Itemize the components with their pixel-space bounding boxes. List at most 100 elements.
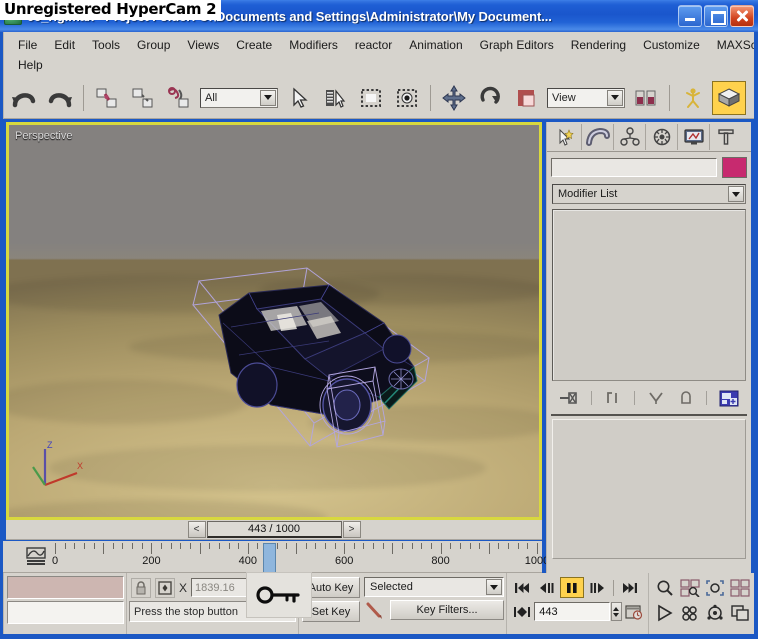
menu-tools[interactable]: Tools — [84, 36, 129, 54]
chevron-down-icon-4[interactable] — [486, 579, 502, 595]
lock-icon[interactable] — [131, 577, 151, 598]
modifier-list-label: Modifier List — [558, 188, 618, 200]
maxscript-mini-listener[interactable] — [4, 573, 126, 635]
field-of-view-icon[interactable] — [653, 602, 676, 624]
use-pivot-point-center-icon[interactable] — [629, 81, 663, 115]
command-panel-rollout-area[interactable] — [552, 419, 746, 559]
menu-views[interactable]: Views — [179, 36, 228, 54]
frame-spinner[interactable] — [611, 602, 622, 621]
pan-icon[interactable] — [678, 602, 701, 624]
select-and-move-icon[interactable] — [437, 81, 471, 115]
unlink-selection-icon[interactable] — [126, 81, 160, 115]
show-end-result-icon[interactable] — [603, 389, 623, 407]
key-mode-toggle-button[interactable] — [510, 601, 533, 622]
hierarchy-tab[interactable] — [614, 124, 646, 150]
minimize-button[interactable] — [678, 5, 702, 27]
motion-tab[interactable] — [646, 124, 678, 150]
go-to-end-button[interactable] — [618, 577, 642, 598]
set-key-pencil-icon[interactable] — [364, 600, 386, 620]
menu-reactor[interactable]: reactor — [347, 36, 401, 54]
viewport-canvas[interactable]: Perspective Z X — [9, 125, 539, 517]
modifier-list-dropdown[interactable]: Modifier List — [552, 184, 746, 204]
rectangular-selection-region-icon[interactable] — [354, 81, 388, 115]
menu-customize[interactable]: Customize — [635, 36, 709, 54]
play-pause-button[interactable] — [560, 577, 584, 598]
key-mode-dropdown[interactable]: Selected — [364, 577, 504, 597]
menu-help[interactable]: Help — [10, 56, 52, 74]
reference-coordinate-dropdown[interactable]: View — [547, 87, 625, 108]
bind-to-space-warp-icon[interactable] — [162, 81, 196, 115]
utilities-tab[interactable] — [710, 124, 742, 150]
redo-icon[interactable] — [43, 81, 77, 115]
command-panel-divider — [551, 414, 747, 416]
modifier-stack[interactable] — [552, 209, 746, 381]
menu-modifiers[interactable]: Modifiers — [281, 36, 347, 54]
select-and-scale-icon[interactable] — [509, 81, 543, 115]
mirror-icon[interactable] — [676, 81, 710, 115]
chevron-down-icon-2[interactable] — [607, 89, 623, 106]
pin-stack-icon[interactable] — [558, 389, 580, 407]
select-by-name-icon[interactable] — [318, 81, 352, 115]
chevron-down-icon[interactable] — [260, 89, 276, 106]
time-configuration-icon[interactable] — [623, 601, 646, 622]
maximize-button[interactable] — [704, 5, 728, 27]
make-unique-icon[interactable] — [646, 389, 666, 407]
listener-output-line[interactable] — [7, 576, 124, 599]
previous-frame-button[interactable] — [535, 577, 559, 598]
ruler-tick — [180, 543, 182, 549]
undo-icon[interactable] — [7, 81, 41, 115]
menu-graph-editors[interactable]: Graph Editors — [472, 36, 563, 54]
open-mini-curve-editor-icon[interactable] — [25, 546, 47, 566]
perspective-viewport[interactable]: Perspective Z X — [6, 122, 542, 520]
zoom-extents-icon[interactable] — [704, 577, 727, 599]
select-object-icon[interactable] — [282, 81, 316, 115]
object-name-row — [547, 152, 751, 182]
remove-modifier-icon[interactable] — [677, 389, 695, 407]
menu-rendering[interactable]: Rendering — [563, 36, 635, 54]
time-slider[interactable]: < 443 / 1000 > — [6, 520, 542, 540]
material-editor-icon[interactable] — [712, 80, 746, 115]
listener-input-line[interactable] — [7, 601, 124, 624]
menu-maxscript[interactable]: MAXScript — [709, 36, 758, 54]
time-slider-prev-button[interactable]: < — [187, 521, 206, 538]
create-tab[interactable] — [550, 124, 582, 150]
window-frame-bottom — [0, 634, 758, 639]
menu-create[interactable]: Create — [228, 36, 281, 54]
go-to-start-button[interactable] — [510, 577, 534, 598]
ruler-tick — [247, 543, 249, 554]
time-slider-next-button[interactable]: > — [342, 521, 361, 538]
object-name-input[interactable] — [551, 158, 717, 177]
next-frame-button[interactable] — [585, 577, 609, 598]
playhead-marker[interactable] — [262, 543, 276, 573]
zoom-extents-all-icon[interactable] — [729, 577, 752, 599]
modify-tab[interactable] — [582, 124, 614, 150]
ruler-tick — [498, 543, 500, 549]
arc-rotate-icon[interactable] — [704, 602, 727, 624]
selection-lock-toggle[interactable] — [155, 577, 175, 598]
time-slider-frame-display[interactable]: 443 / 1000 — [206, 521, 342, 538]
key-filters-button[interactable]: Key Filters... — [390, 600, 504, 620]
ruler-label: 800 — [431, 555, 450, 567]
menu-animation[interactable]: Animation — [401, 36, 471, 54]
chevron-down-icon-3[interactable] — [728, 186, 744, 202]
track-bar[interactable]: 0 200 400 600 800 1000 — [3, 541, 549, 573]
close-button[interactable] — [730, 5, 754, 27]
current-frame-field[interactable]: 443 — [534, 602, 610, 621]
select-region-window-crossing-icon[interactable] — [390, 81, 424, 115]
object-color-swatch[interactable] — [722, 157, 747, 178]
zoom-icon[interactable] — [653, 577, 676, 599]
viewnav-row-2 — [653, 602, 752, 624]
ruler-tick — [344, 543, 346, 554]
select-and-link-icon[interactable] — [90, 81, 124, 115]
select-and-rotate-icon[interactable] — [473, 81, 507, 115]
configure-modifier-sets-icon[interactable] — [718, 389, 740, 408]
zoom-all-icon[interactable] — [678, 577, 701, 599]
display-tab[interactable] — [678, 124, 710, 150]
menu-group[interactable]: Group — [129, 36, 179, 54]
menu-edit[interactable]: Edit — [46, 36, 84, 54]
menu-file[interactable]: File — [10, 36, 46, 54]
car-model[interactable] — [179, 263, 449, 463]
selection-filter-dropdown[interactable]: All — [200, 87, 278, 108]
maximize-viewport-toggle-icon[interactable] — [729, 602, 752, 624]
frame-ruler[interactable]: 0 200 400 600 800 1000 — [52, 543, 549, 573]
